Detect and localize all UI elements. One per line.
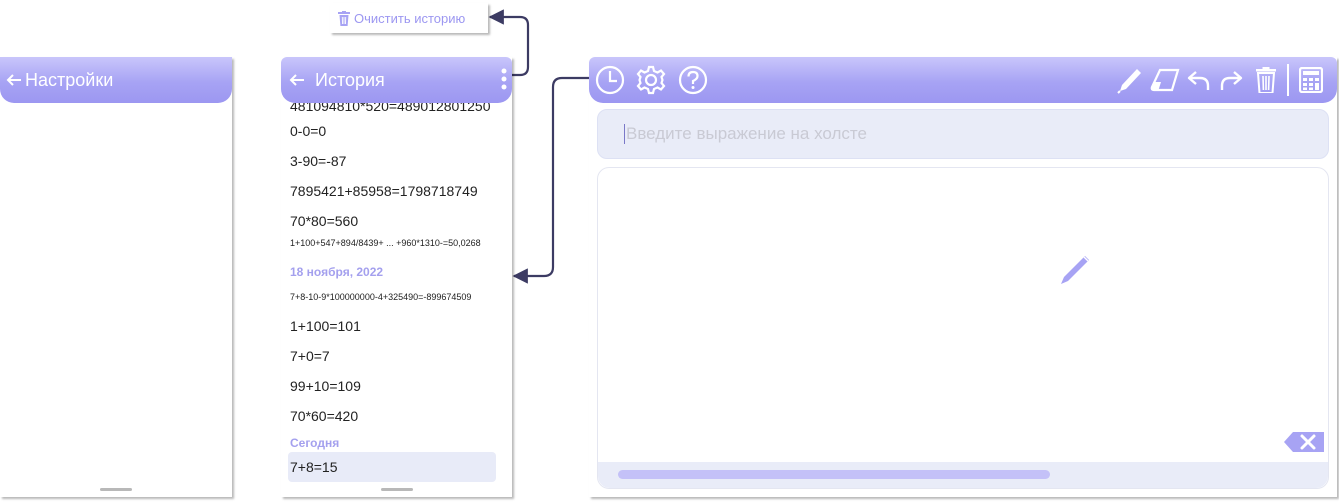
back-arrow-icon[interactable] bbox=[6, 73, 22, 87]
drawing-canvas[interactable] bbox=[597, 167, 1329, 489]
arrow-clock-to-history bbox=[512, 76, 596, 284]
help-icon[interactable] bbox=[678, 65, 708, 95]
history-item[interactable]: 7+0=7 bbox=[290, 348, 330, 364]
pencil-icon[interactable] bbox=[1117, 66, 1143, 94]
history-item[interactable]: 99+10=109 bbox=[290, 378, 361, 394]
history-item[interactable]: 481094810*520=489012801250 bbox=[290, 103, 491, 114]
canvas-toolbar bbox=[589, 57, 1337, 103]
trash-icon bbox=[338, 10, 350, 26]
expression-placeholder: Введите выражение на холсте bbox=[626, 124, 867, 143]
trash-icon[interactable] bbox=[1256, 67, 1276, 93]
back-arrow-icon[interactable] bbox=[289, 73, 305, 87]
more-vertical-icon[interactable] bbox=[501, 67, 507, 91]
history-item[interactable]: 7+8-10-9*100000000-4+325490=-899674509 bbox=[290, 292, 471, 302]
expression-input[interactable]: Введите выражение на холсте bbox=[597, 109, 1329, 159]
pencil-icon bbox=[1061, 256, 1089, 284]
history-item[interactable]: 0-0=0 bbox=[290, 123, 326, 139]
clock-history-icon[interactable] bbox=[595, 65, 625, 95]
history-date-label: 18 ноября, 2022 bbox=[290, 265, 384, 279]
backspace-x-icon[interactable] bbox=[1283, 431, 1325, 453]
clear-history-popup[interactable]: Очистить историю bbox=[330, 3, 488, 33]
canvas-panel: Введите выражение на холсте bbox=[589, 57, 1337, 497]
history-panel: 481094810*520=489012801250 0-0=0 3-90=-8… bbox=[281, 57, 512, 497]
horizontal-scrollbar[interactable] bbox=[598, 462, 1328, 488]
history-list[interactable]: 481094810*520=489012801250 0-0=0 3-90=-8… bbox=[281, 103, 512, 497]
history-item-selected[interactable]: 7+8=15 bbox=[288, 452, 496, 482]
history-item[interactable]: 70*60=420 bbox=[290, 408, 358, 424]
home-indicator bbox=[380, 488, 413, 491]
history-header: История bbox=[281, 57, 512, 103]
toolbar-divider bbox=[1287, 64, 1289, 96]
undo-icon[interactable] bbox=[1187, 68, 1211, 92]
history-item[interactable]: 7895421+85958=1798718749 bbox=[290, 183, 478, 199]
history-title: История bbox=[315, 69, 385, 90]
history-item[interactable]: 1+100=101 bbox=[290, 318, 361, 334]
calculator-icon[interactable] bbox=[1299, 67, 1323, 93]
home-indicator bbox=[100, 488, 132, 491]
history-item[interactable]: 70*80=560 bbox=[290, 213, 358, 229]
text-cursor bbox=[624, 124, 625, 144]
history-date-label: Сегодня bbox=[290, 436, 340, 450]
history-item[interactable]: 3-90=-87 bbox=[290, 153, 346, 169]
clear-history-label: Очистить историю bbox=[354, 10, 466, 26]
gear-icon[interactable] bbox=[636, 65, 666, 95]
redo-icon[interactable] bbox=[1219, 68, 1243, 92]
settings-header: Настройки bbox=[0, 57, 232, 103]
eraser-icon[interactable] bbox=[1150, 68, 1180, 92]
history-item[interactable]: 1+100+547+894/8439+ ... +960*1310-=50,02… bbox=[290, 238, 481, 248]
settings-title: Настройки bbox=[25, 69, 114, 90]
scrollbar-thumb[interactable] bbox=[618, 470, 1050, 479]
settings-panel: Настройки bbox=[0, 57, 232, 497]
